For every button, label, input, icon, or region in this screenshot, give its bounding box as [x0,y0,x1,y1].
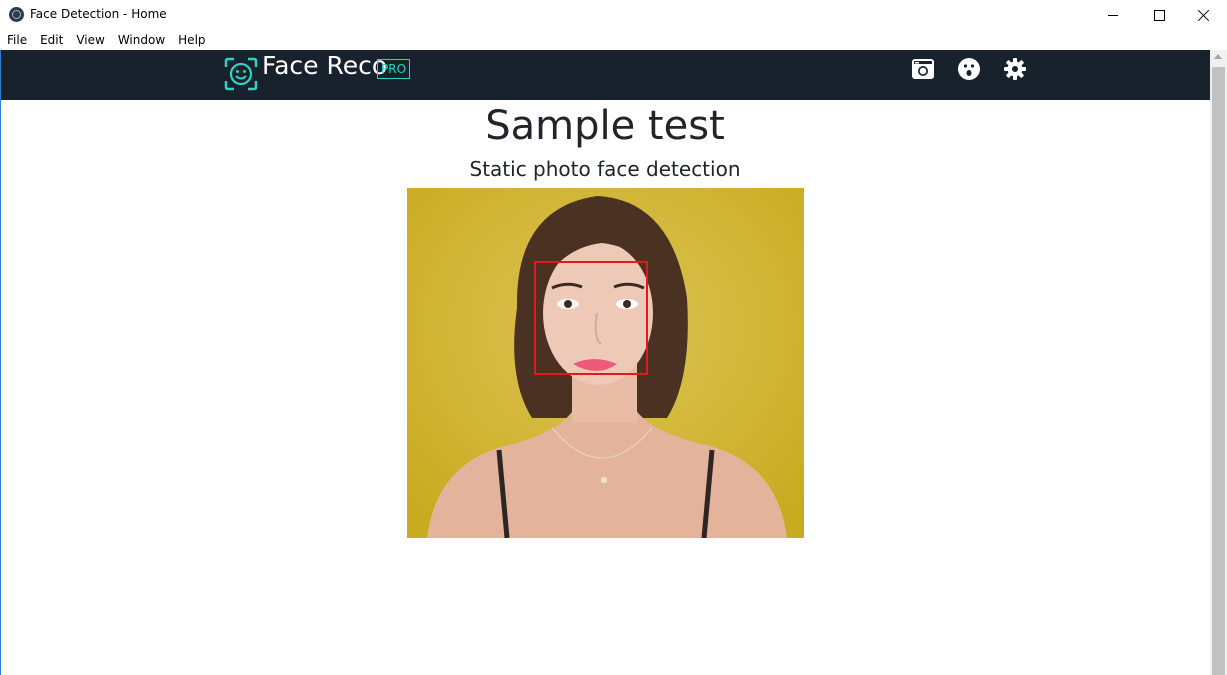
camera-icon [912,59,934,79]
page-subtitle: Static photo face detection [469,157,741,181]
minimize-icon [1108,14,1118,16]
scrollbar-thumb[interactable] [1212,67,1225,675]
camera-button[interactable] [910,56,936,82]
minimize-button[interactable] [1090,0,1136,30]
settings-gear-icon [1004,58,1026,80]
pro-badge: PRO [377,59,411,79]
menu-bar: File Edit View Window Help [0,30,1227,50]
close-icon [1198,9,1210,21]
brand-name[interactable]: Face Reco [262,53,387,78]
scroll-up-arrow-icon[interactable] [1214,54,1222,59]
menu-view[interactable]: View [69,33,110,47]
page-title: Sample test [485,103,725,149]
face-scan-logo-icon[interactable] [224,57,258,91]
settings-button[interactable] [1002,56,1028,82]
window-title: Face Detection - Home [30,7,167,21]
vertical-scrollbar[interactable] [1210,50,1227,675]
menu-help[interactable]: Help [171,33,211,47]
maximize-icon [1153,9,1165,21]
surprised-face-icon [958,58,980,80]
app-icon [9,7,24,22]
face-detection-box [534,261,648,375]
emotion-button[interactable] [956,56,982,82]
top-navbar [1,50,1210,100]
close-button[interactable] [1181,0,1227,30]
menu-window[interactable]: Window [111,33,171,47]
maximize-button[interactable] [1136,0,1182,30]
window-titlebar: Face Detection - Home [0,0,1227,30]
menu-file[interactable]: File [0,33,33,47]
menu-edit[interactable]: Edit [33,33,69,47]
